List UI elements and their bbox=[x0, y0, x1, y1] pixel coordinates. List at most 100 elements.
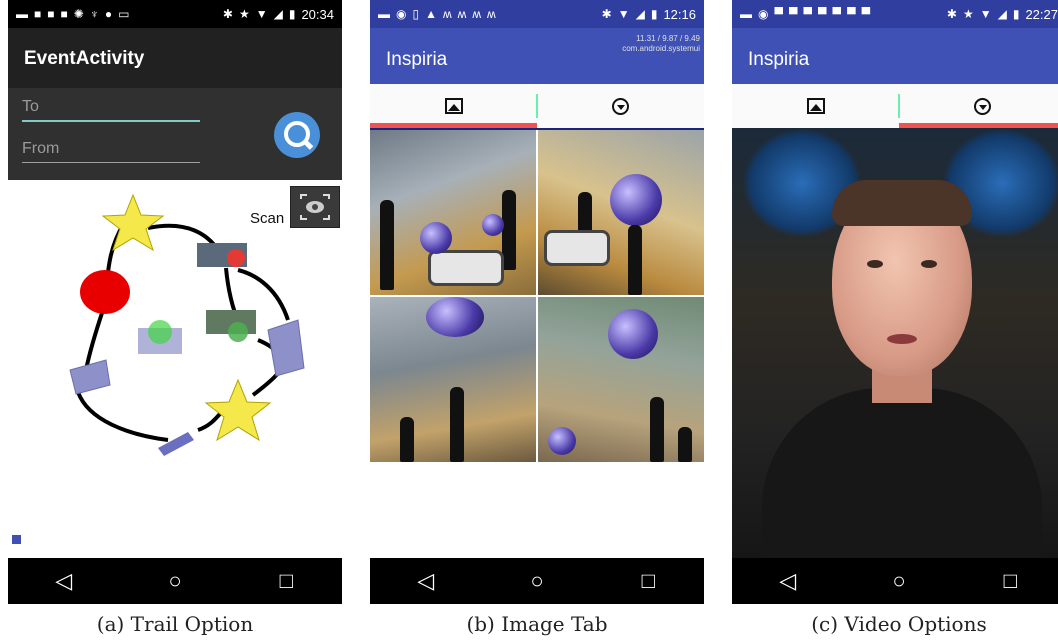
chat-icon: ▀ bbox=[818, 7, 827, 21]
red-circle-marker[interactable] bbox=[80, 270, 130, 314]
star-icon: ★ bbox=[962, 7, 974, 21]
notification-icons: ▬ ◉ ▀ ▀ ▀ ▀ ▀ ▀ ▀ bbox=[740, 8, 870, 20]
back-button[interactable]: ◁ bbox=[758, 568, 818, 594]
home-button[interactable]: ○ bbox=[145, 568, 205, 594]
chat-icon: ▀ bbox=[774, 7, 783, 21]
trail-path bbox=[76, 391, 169, 442]
message-icon: ▬ bbox=[16, 7, 28, 21]
tab-image[interactable] bbox=[370, 84, 537, 128]
system-icons: ✱ ★ ▼ ◢ ▮ 20:34 bbox=[223, 7, 334, 22]
trail-path bbox=[84, 309, 105, 371]
signal-icon: ◢ bbox=[635, 7, 645, 21]
app-title: Inspiria bbox=[732, 28, 1058, 84]
app-title: EventActivity bbox=[8, 28, 342, 88]
settings-icon: ✺ bbox=[73, 7, 84, 21]
image-icon: ▭ bbox=[118, 7, 130, 21]
bird-icon: ʍ bbox=[487, 7, 496, 21]
image-icon bbox=[806, 98, 825, 114]
route-form bbox=[8, 88, 342, 180]
caption-b: (b) Image Tab bbox=[466, 612, 608, 636]
chat-icon: ▀ bbox=[847, 7, 856, 21]
image-thumbnail[interactable] bbox=[370, 297, 536, 462]
bird-icon: ʍ bbox=[457, 7, 467, 21]
star-marker[interactable] bbox=[101, 193, 165, 252]
wifi-icon: ▼ bbox=[617, 7, 630, 21]
signal-icon: ◢ bbox=[997, 7, 1007, 21]
battery-icon: ▮ bbox=[1012, 7, 1020, 21]
image-thumbnail[interactable] bbox=[538, 130, 704, 295]
image-icon bbox=[444, 98, 463, 114]
tab-video[interactable] bbox=[899, 84, 1058, 128]
navigation-bar: ◁ ○ □ bbox=[8, 558, 342, 604]
chat-icon: ▀ bbox=[861, 7, 871, 21]
phone-video-tab: ▬ ◉ ▀ ▀ ▀ ▀ ▀ ▀ ▀ ✱ ★ ▼ ◢ ▮ 22:27 Inspir… bbox=[732, 0, 1058, 604]
scan-icon bbox=[300, 194, 330, 220]
wifi-icon: ▼ bbox=[255, 7, 268, 21]
system-icons: ✱ ▼ ◢ ▮ 12:16 bbox=[602, 7, 696, 22]
chrome-icon: ◉ bbox=[758, 7, 769, 21]
status-bar: ▬ ◉ ▀ ▀ ▀ ▀ ▀ ▀ ▀ ✱ ★ ▼ ◢ ▮ 22:27 bbox=[732, 0, 1058, 28]
navigation-bar: ◁ ○ □ bbox=[370, 558, 704, 604]
back-button[interactable]: ◁ bbox=[396, 568, 456, 594]
trail-map[interactable] bbox=[8, 180, 342, 540]
small-app-icon[interactable] bbox=[12, 535, 21, 544]
recents-button[interactable]: □ bbox=[980, 568, 1040, 594]
search-button[interactable] bbox=[274, 112, 320, 158]
bird-icon: ʍ bbox=[442, 7, 452, 21]
tab-video[interactable] bbox=[537, 84, 704, 128]
battery-icon: ▮ bbox=[650, 7, 658, 21]
cpu-overlay: 11.31 / 9.87 / 9.49 com.android.systemui bbox=[622, 34, 700, 53]
message-icon: ▬ bbox=[740, 7, 752, 21]
sim-icon: ▯ bbox=[412, 7, 420, 21]
recents-button[interactable]: □ bbox=[256, 568, 316, 594]
facebook-icon: ■ bbox=[34, 7, 42, 21]
chat-icon: ▀ bbox=[789, 7, 798, 21]
facebook-icon: ■ bbox=[60, 7, 68, 21]
video-player[interactable] bbox=[732, 128, 1058, 558]
back-button[interactable]: ◁ bbox=[34, 568, 94, 594]
navigation-bar: ◁ ○ □ bbox=[732, 558, 1058, 604]
phone-trail: ▬ ■ ■ ■ ✺ ♆ ● ▭ ✱ ★ ▼ ◢ ▮ 20:34 EventAct… bbox=[8, 0, 342, 604]
image-thumbnail[interactable] bbox=[370, 130, 536, 295]
active-tab-indicator bbox=[370, 123, 537, 128]
tab-bar bbox=[370, 84, 704, 130]
cube-marker[interactable] bbox=[158, 432, 194, 456]
clock: 12:16 bbox=[663, 6, 696, 22]
from-input[interactable] bbox=[22, 136, 200, 163]
battery-icon: ▮ bbox=[288, 7, 296, 21]
wifi-icon: ▼ bbox=[979, 7, 992, 21]
message-icon: ▬ bbox=[378, 7, 390, 21]
recents-button[interactable]: □ bbox=[618, 568, 678, 594]
home-button[interactable]: ○ bbox=[507, 568, 567, 594]
image-grid bbox=[370, 130, 704, 462]
cube-marker[interactable] bbox=[69, 359, 111, 395]
warning-icon: ▲ bbox=[425, 7, 437, 21]
caption-a: (a) Trail Option bbox=[96, 612, 254, 636]
chat-icon: ▀ bbox=[803, 7, 813, 21]
facebook-icon: ■ bbox=[47, 7, 55, 21]
tab-image[interactable] bbox=[732, 84, 899, 128]
tab-bar bbox=[732, 84, 1058, 130]
play-circle-icon bbox=[612, 97, 629, 115]
bluetooth-icon: ✱ bbox=[946, 7, 957, 21]
scan-button[interactable] bbox=[290, 186, 340, 228]
chrome-icon: ◉ bbox=[396, 7, 407, 21]
signal-icon: ◢ bbox=[273, 7, 283, 21]
clock: 20:34 bbox=[301, 6, 334, 22]
play-circle-icon bbox=[974, 97, 991, 115]
info-icon: ● bbox=[104, 7, 113, 21]
chat-icon: ▀ bbox=[832, 7, 842, 21]
bluetooth-icon: ✱ bbox=[222, 7, 233, 21]
scan-label: Scan bbox=[250, 210, 285, 227]
system-icons: ✱ ★ ▼ ◢ ▮ 22:27 bbox=[947, 7, 1058, 22]
to-input[interactable] bbox=[22, 94, 200, 122]
phone-image-tab: ▬ ◉ ▯ ▲ ʍ ʍ ʍ ʍ ✱ ▼ ◢ ▮ 12:16 Inspiria 1… bbox=[370, 0, 704, 604]
bird-icon: ʍ bbox=[472, 7, 481, 21]
star-icon: ★ bbox=[238, 7, 250, 21]
home-button[interactable]: ○ bbox=[869, 568, 929, 594]
usb-icon: ♆ bbox=[89, 7, 99, 21]
image-thumbnail[interactable] bbox=[538, 297, 704, 462]
caption-c: (c) Video Options bbox=[811, 612, 987, 636]
cube-marker[interactable] bbox=[267, 319, 305, 377]
notification-icons: ▬ ◉ ▯ ▲ ʍ ʍ ʍ ʍ bbox=[378, 8, 496, 20]
